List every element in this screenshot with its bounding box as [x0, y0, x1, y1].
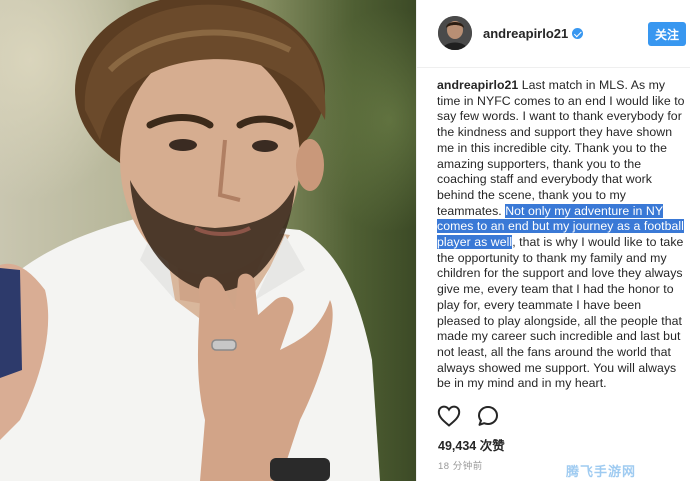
heart-icon[interactable] [437, 405, 461, 427]
comment-bubble-icon[interactable] [477, 405, 499, 427]
action-bar [437, 404, 499, 428]
caption-text-continued: , that is why I would like to take the o… [437, 235, 684, 391]
post-photo[interactable] [0, 0, 416, 481]
post-panel: andreapirlo21 关注 andreapirlo21 Last matc… [416, 0, 690, 481]
caption-username[interactable]: andreapirlo21 [437, 78, 518, 92]
post-caption: andreapirlo21 Last match in MLS. As my t… [437, 78, 687, 392]
caption-text: Last match in MLS. As my time in NYFC co… [437, 78, 685, 218]
verified-badge-icon [572, 28, 584, 39]
post-header: andreapirlo21 关注 [417, 0, 690, 68]
site-watermark: 腾飞手游网 [566, 464, 637, 479]
username-text[interactable]: andreapirlo21 [483, 26, 568, 41]
portrait-illustration [0, 0, 380, 481]
caption-area: andreapirlo21 Last match in MLS. As my t… [437, 78, 687, 396]
post-timestamp: 18 分钟前 [438, 461, 483, 472]
follow-button[interactable]: 关注 [648, 22, 686, 46]
avatar[interactable] [438, 16, 472, 50]
like-count[interactable]: 49,434 次赞 [438, 435, 505, 454]
profile-username[interactable]: andreapirlo21 [483, 26, 584, 41]
